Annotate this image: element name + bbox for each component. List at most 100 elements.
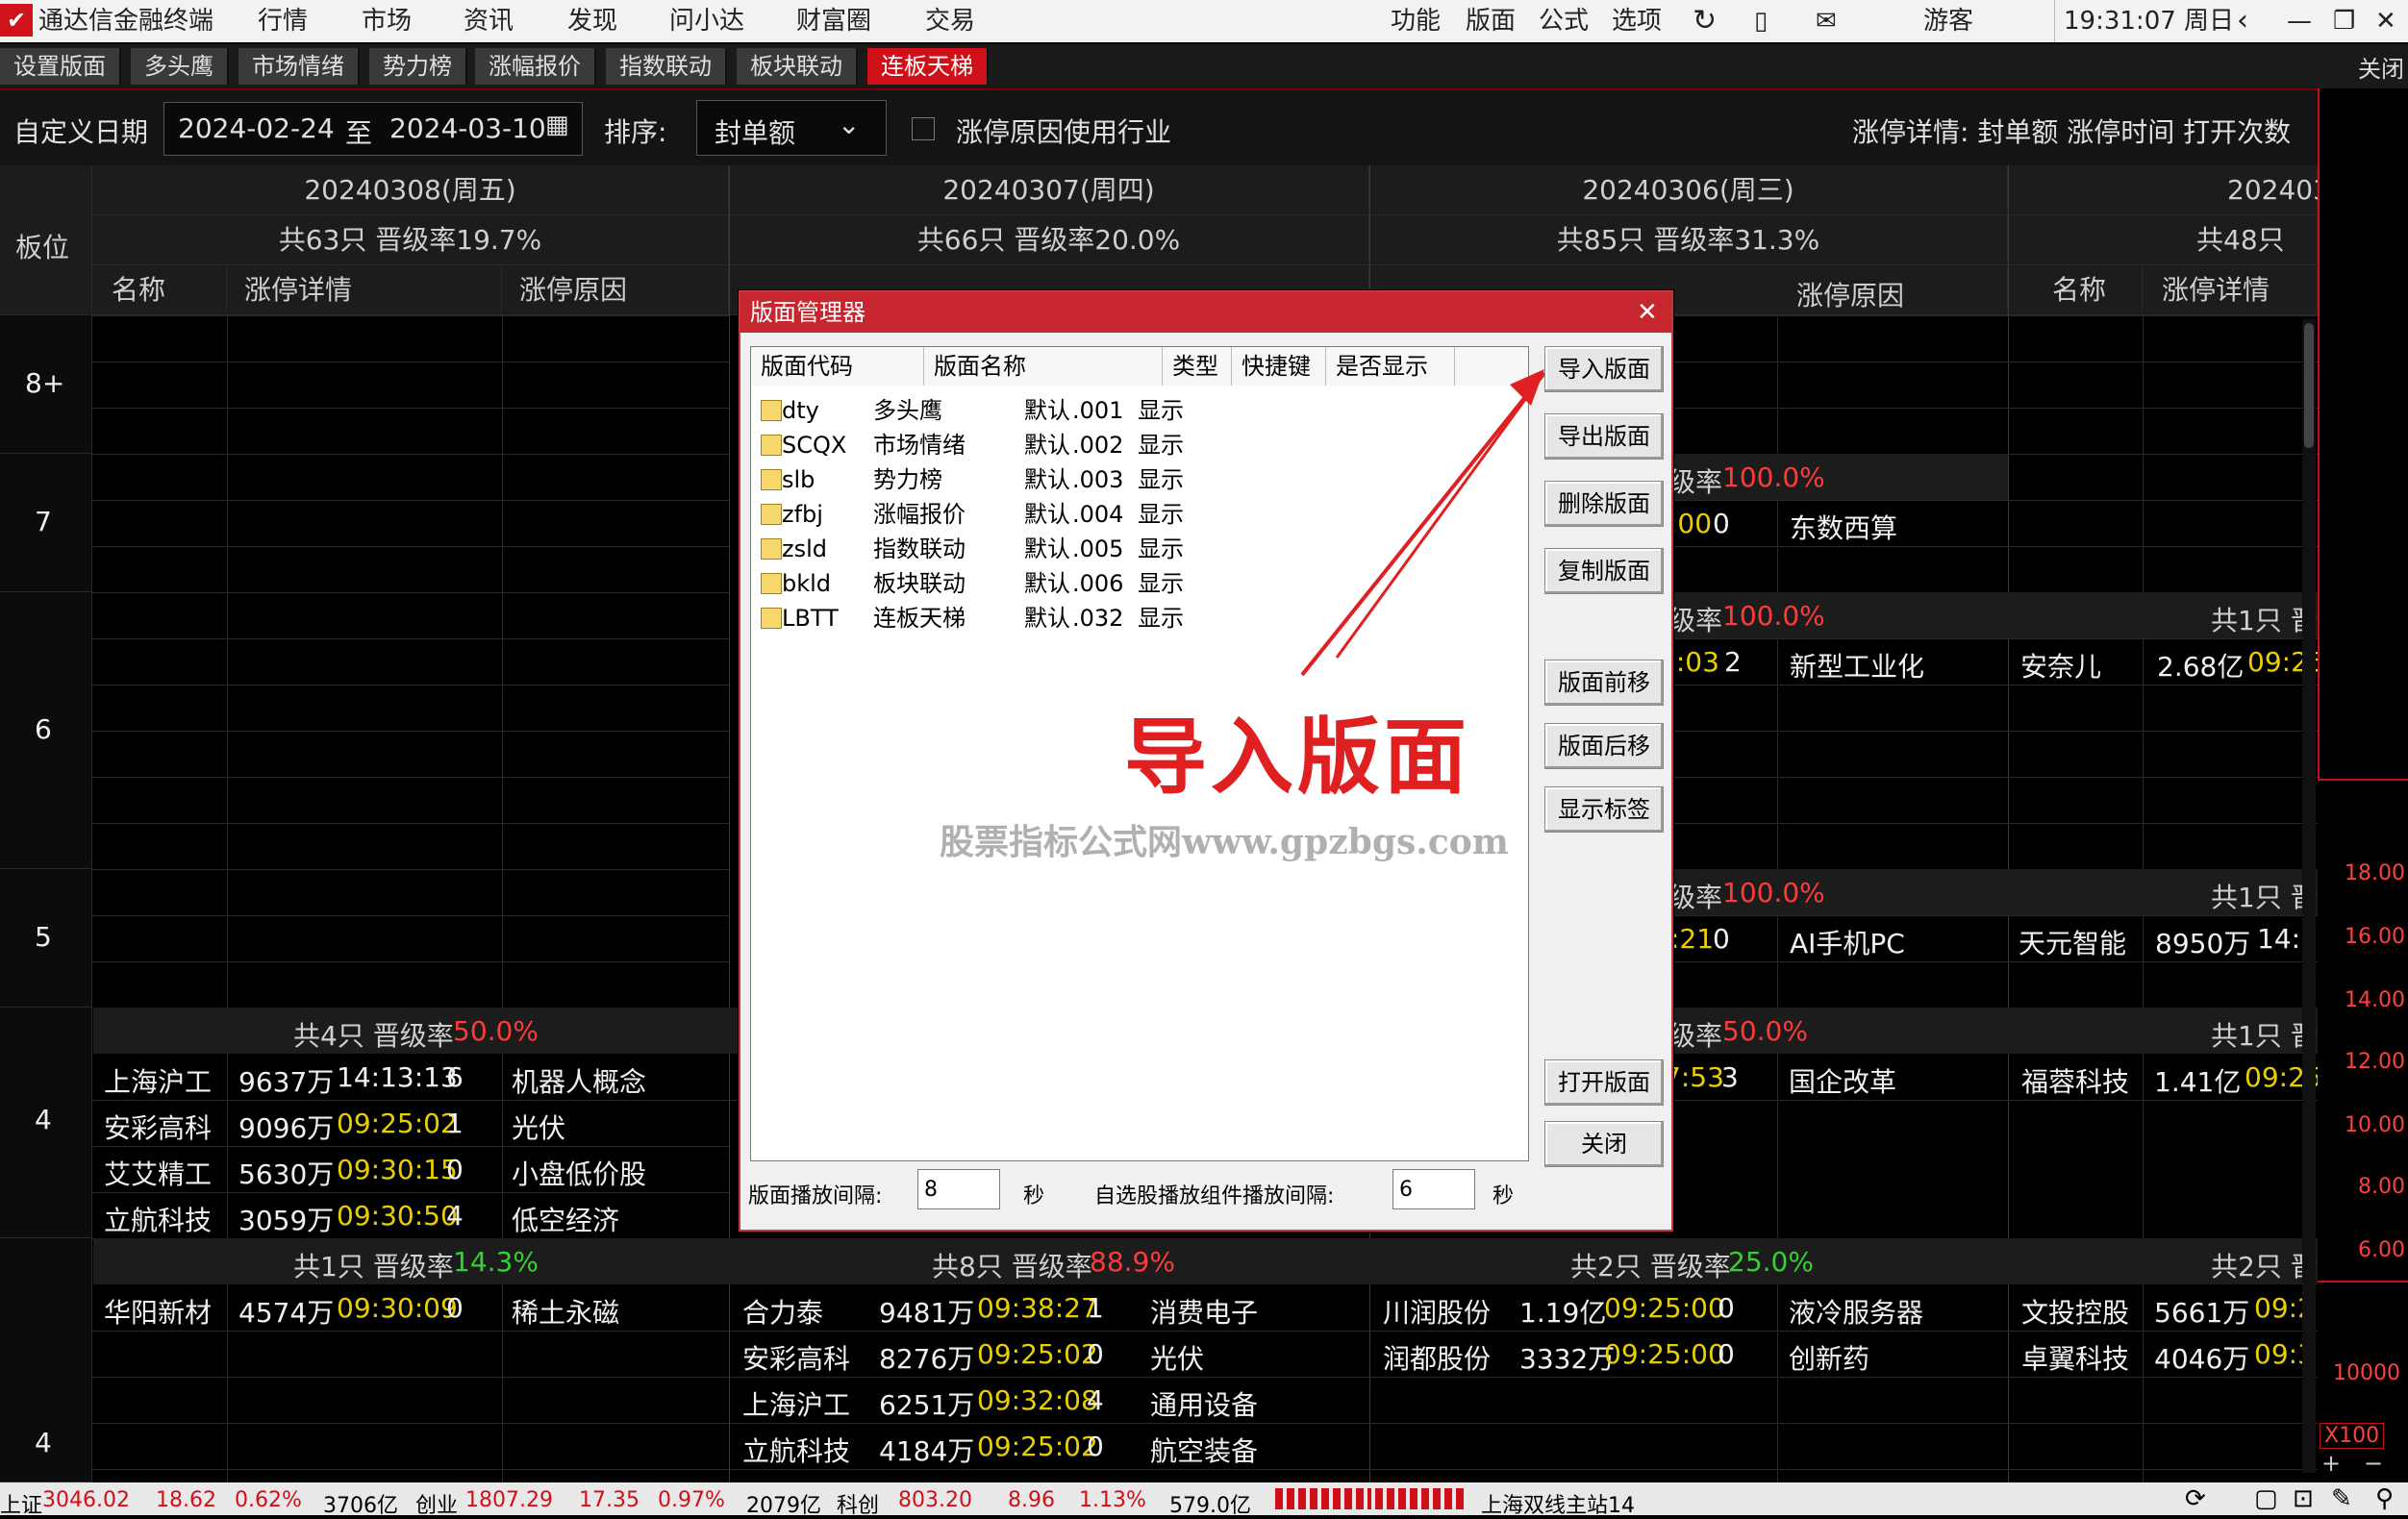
restore-icon[interactable]: ❐ [2333,6,2355,37]
tab-shiliban[interactable]: 势力榜 [369,48,467,85]
back-icon[interactable]: ‹ [2237,6,2248,37]
tab-bankuailiandong[interactable]: 板块联动 [737,48,858,85]
date-to[interactable]: 2024-03-10 [389,112,546,144]
day-summary-2: 共66只 晋级率20.0% [729,215,1369,265]
dialog-close-button[interactable]: 关闭 [1544,1121,1664,1167]
menu-wenxiaoda[interactable]: 问小达 [669,6,744,37]
limit-reason: 光伏 [1150,1343,1205,1375]
stock-name: 文投控股 [2021,1297,2130,1329]
move-up-button[interactable]: 版面前移 [1544,660,1664,706]
date-range-input[interactable]: 2024-02-24 至 2024-03-10 ▦ [163,102,583,156]
scrollbar-thumb[interactable] [2304,323,2314,448]
tab-zhishuliandong[interactable]: 指数联动 [606,48,727,85]
limit-time: 09:32:08 [977,1384,1098,1416]
widget-interval-input[interactable]: 6 [1392,1169,1475,1209]
menu-caifuquan[interactable]: 财富圈 [796,6,871,37]
stock-name: 卓翼科技 [2021,1343,2130,1375]
kc-label[interactable]: 科创 [837,1488,879,1519]
menu-zixun[interactable]: 资讯 [464,6,514,37]
tab-lianbantianti[interactable]: 连板天梯 [867,48,989,85]
sort-select[interactable]: 封单额 ⌄ [696,100,887,156]
menu-jiaoyi[interactable]: 交易 [925,6,975,37]
limit-reason: 消费电子 [1150,1297,1259,1329]
tab-settings[interactable]: 设置版面 [0,48,121,85]
table-row[interactable]: 艾艾精工 5630万 09:30:15 0 小盘低价股 [92,1146,729,1193]
delete-layout-button[interactable]: 删除版面 [1544,481,1664,527]
section-row-rank3: 共1只 晋级率 14.3% 共8只 晋级率 88.9% 共2只 晋级率 25.0… [93,1238,2318,1284]
seal-amount: 4184万 [879,1435,975,1467]
show-tags-button[interactable]: 显示标签 [1544,786,1664,833]
menu-banmian[interactable]: 版面 [1466,6,1516,37]
chevron-down-icon[interactable]: ⌄ [838,109,860,140]
cy-value: 1807.29 [465,1488,553,1512]
menu-faxian[interactable]: 发现 [567,6,617,37]
server-station[interactable]: 上海双线主站14 [1481,1488,1635,1519]
rank-cell-3: 4 [0,1238,92,1482]
sync-icon[interactable]: ⟳ [2185,1484,2206,1513]
sh-label[interactable]: 上证 [0,1488,42,1519]
limit-reason: 通用设备 [1150,1389,1259,1421]
table-row[interactable]: 上海沪工 6251万 09:32:08 4 通用设备 [92,1377,2318,1424]
vertical-scrollbar[interactable] [2302,319,2316,1473]
section-prefix: 级率 [1668,466,1723,498]
close-panel-button[interactable]: 关闭 [2358,50,2404,84]
open-layout-button[interactable]: 打开版面 [1544,1059,1664,1106]
copy-layout-button[interactable]: 复制版面 [1544,548,1664,594]
user-label[interactable]: 游客 [1923,6,1973,37]
layout-manager-dialog: 版面管理器 ✕ 版面代码 版面名称 类型 快捷键 是否显示 dty 多头鹰 默认… [739,290,1673,1232]
axis-tick: 6.00 [2358,1238,2405,1262]
calendar-icon[interactable]: ▦ [545,111,569,139]
open-count: 6 [446,1061,464,1093]
mail-icon[interactable]: ✉ [1816,6,1837,37]
table-row[interactable]: 华阳新材 4574万 09:30:09 0 稀土永磁 合力泰 9481万 09:… [92,1284,2318,1332]
seal-amount: 5661万 [2154,1297,2250,1329]
industry-checkbox[interactable] [912,117,935,140]
date-from[interactable]: 2024-02-24 [178,112,335,144]
divider [2318,88,2320,781]
minimize-icon[interactable]: — [2287,6,2312,37]
seal-amount: 6251万 [879,1389,975,1421]
grid-lines-col1 [92,315,729,1008]
seal-amount: 3332万 [1519,1343,1616,1375]
open-count: 0 [1718,1338,1735,1370]
seal-amount: 9096万 [238,1112,335,1144]
import-layout-button[interactable]: 导入版面 [1544,346,1664,392]
close-icon[interactable]: ✕ [2375,6,2396,37]
tab-duotouying[interactable]: 多头鹰 [131,48,229,85]
date-sep: 至 [345,117,373,149]
limit-reason: 国企改革 [1789,1066,1897,1098]
tab-shichangqingxu[interactable]: 市场情绪 [238,48,360,85]
menu-hangqing[interactable]: 行情 [258,6,308,37]
limit-reason: 液冷服务器 [1789,1297,1924,1329]
limit-reason: 创新药 [1789,1343,1870,1375]
table-row[interactable]: 安彩高科 9096万 09:25:02 1 光伏 [92,1100,729,1147]
signal-icon[interactable]: ⚲ [2375,1484,2394,1513]
subtract-icon[interactable]: − [2364,1450,2383,1477]
menu-xuanxiang[interactable]: 选项 [1612,6,1662,37]
stock-name: 上海沪工 [742,1389,851,1421]
open-count: 3 [1721,1061,1739,1093]
menu-gongneng[interactable]: 功能 [1391,6,1441,37]
seal-amount: 4046万 [2154,1343,2250,1375]
window-icon[interactable]: ▢ [2254,1484,2278,1513]
stock-name: 上海沪工 [104,1066,213,1098]
section-text: 共8只 晋级率 [932,1251,1092,1282]
table-row[interactable]: 立航科技 3059万 09:30:50 4 低空经济 [92,1192,729,1239]
menu-shichang[interactable]: 市场 [362,6,412,37]
open-count: 4 [446,1200,464,1232]
add-icon[interactable]: + [2321,1450,2341,1477]
refresh-icon[interactable]: ↻ [1693,6,1717,37]
cy-label[interactable]: 创业 [415,1488,458,1519]
interval-input[interactable]: 8 [917,1169,1000,1209]
export-layout-button[interactable]: 导出版面 [1544,413,1664,460]
tab-zhangfubaojia[interactable]: 涨幅报价 [475,48,596,85]
app-title: 通达信金融终端 [38,7,214,36]
pin-icon[interactable]: ✎ [2331,1484,2352,1513]
phone-icon[interactable]: ▯ [1754,6,1768,37]
move-down-button[interactable]: 版面后移 [1544,723,1664,769]
menu-gongshi[interactable]: 公式 [1539,6,1589,37]
axis-tick: 8.00 [2358,1175,2405,1199]
lock-icon[interactable]: ⊡ [2293,1484,2314,1513]
table-row[interactable]: 安彩高科 8276万 09:25:02 0 光伏 润都股份 3332万 09:2… [92,1331,2318,1378]
table-row[interactable]: 立航科技 4184万 09:25:02 0 航空装备 [92,1423,2318,1470]
